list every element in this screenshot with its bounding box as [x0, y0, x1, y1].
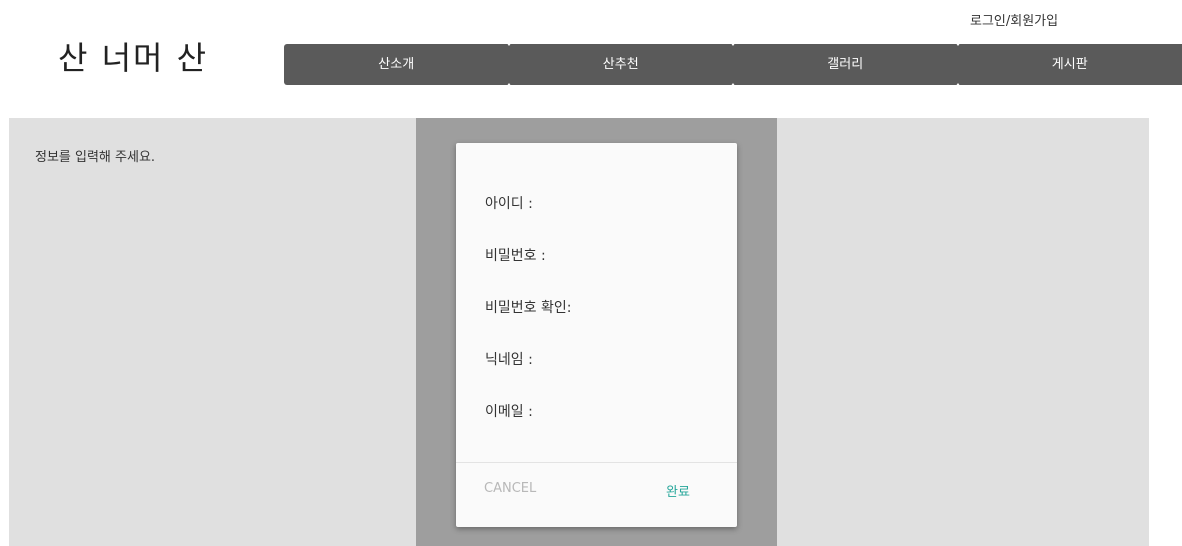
signup-dialog: 아이디 : 비밀번호 : 비밀번호 확인: 닉네임 : 이메일 : CANCEL…	[456, 143, 737, 527]
field-label-id: 아이디 :	[485, 196, 533, 212]
field-label-nickname: 닉네임 :	[485, 352, 533, 368]
nav-item-mountain-recommend[interactable]: 산추천	[505, 42, 734, 87]
dialog-actions: CANCEL 완료	[456, 463, 737, 527]
nav-item-gallery[interactable]: 갤러리	[730, 42, 958, 87]
field-label-password: 비밀번호 :	[485, 248, 546, 264]
content-area: 정보를 입력해 주세요. 아이디 : 비밀번호 : 비밀번호 확인: 닉네임 :…	[9, 118, 1149, 546]
main-nav: 산소개 산추천 갤러리 게시판	[284, 42, 1182, 87]
field-list: 아이디 : 비밀번호 : 비밀번호 확인: 닉네임 : 이메일 :	[485, 193, 571, 453]
page: 로그인/회원가입 산 너머 산 산소개 산추천 갤러리 게시판 정보를 입력해 …	[0, 0, 1182, 546]
confirm-button[interactable]: 완료	[666, 481, 690, 500]
nav-item-board[interactable]: 게시판	[954, 42, 1182, 87]
login-signup-link[interactable]: 로그인/회원가입	[970, 10, 1058, 29]
field-label-password-confirm: 비밀번호 확인:	[485, 300, 572, 316]
cancel-button[interactable]: CANCEL	[484, 481, 536, 496]
nav-item-mountain-intro[interactable]: 산소개	[284, 44, 509, 85]
modal-overlay: 아이디 : 비밀번호 : 비밀번호 확인: 닉네임 : 이메일 : CANCEL…	[416, 118, 777, 546]
site-title: 산 너머 산	[58, 39, 209, 77]
instruction-text: 정보를 입력해 주세요.	[35, 150, 156, 165]
field-label-email: 이메일 :	[485, 404, 533, 420]
